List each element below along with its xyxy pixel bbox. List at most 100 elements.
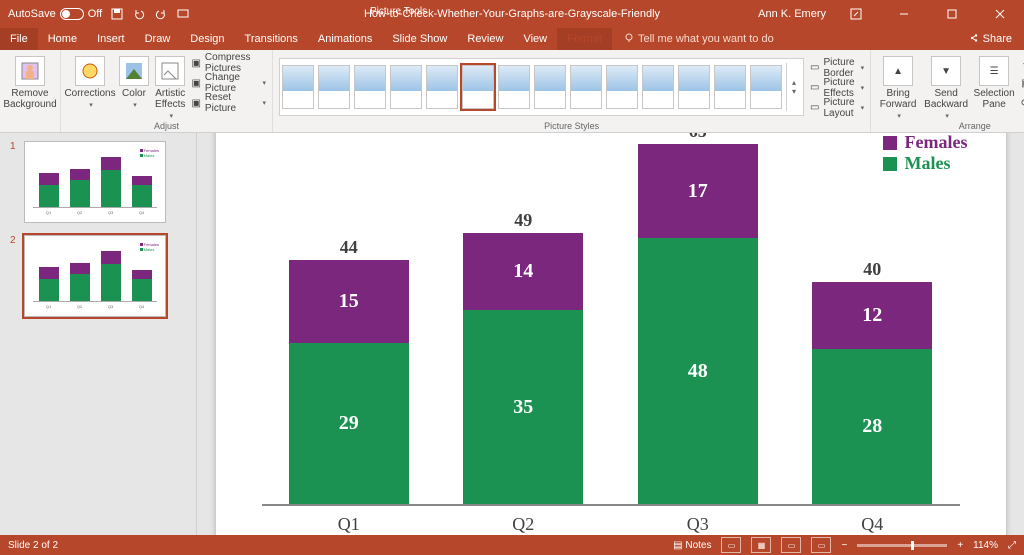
picture-styles-gallery[interactable]: ▴▾ [279, 58, 804, 116]
bring-forward-icon: ▲ [883, 56, 913, 86]
minimize-button[interactable] [886, 0, 922, 28]
tell-me-placeholder: Tell me what you want to do [638, 33, 774, 45]
undo-icon[interactable] [132, 7, 146, 21]
slide-thumbnails-panel[interactable]: 1 FemalesMalesQ1Q2Q3Q4 2 FemalesMalesQ1Q… [0, 133, 197, 535]
ribbon-options-button[interactable] [838, 0, 874, 28]
style-thumb[interactable] [534, 65, 566, 109]
zoom-slider[interactable] [857, 544, 947, 547]
arrange-group-label: Arrange [877, 121, 1024, 132]
color-button[interactable]: Color▾ [119, 52, 149, 109]
picture-border-button[interactable]: ▭ Picture Border▾ [810, 59, 864, 77]
statusbar: Slide 2 of 2 ▤ Notes ▭ ▦ ▭ ▭ − + 114% ⤢ [0, 535, 1024, 555]
stacked-bar-chart[interactable]: Females Males 441529491435651748401228 Q… [246, 133, 976, 535]
app-window: AutoSave Off Picture Tools How-to-Check-… [0, 0, 1024, 555]
reading-view-button[interactable]: ▭ [781, 537, 801, 553]
tab-format[interactable]: Format [557, 28, 612, 50]
remove-background-label: Remove Background [3, 88, 56, 110]
thumbnail-slide-2[interactable]: 2 FemalesMalesQ1Q2Q3Q4 [10, 235, 186, 317]
remove-background-button[interactable]: Remove Background [6, 52, 54, 110]
style-thumb[interactable] [318, 65, 350, 109]
style-thumb[interactable] [678, 65, 710, 109]
artistic-effects-button[interactable]: Artistic Effects▾ [155, 52, 185, 120]
tab-file[interactable]: File [0, 28, 38, 50]
save-icon[interactable] [110, 7, 124, 21]
close-button[interactable] [982, 0, 1018, 28]
x-axis-label: Q4 [861, 514, 883, 535]
share-button[interactable]: Share [969, 28, 1024, 50]
tab-insert[interactable]: Insert [87, 28, 135, 50]
share-label: Share [983, 33, 1012, 45]
toggle-pill-icon [60, 8, 84, 20]
normal-view-button[interactable]: ▭ [721, 537, 741, 553]
account-name[interactable]: Ann K. Emery [758, 8, 826, 20]
style-thumb[interactable] [282, 65, 314, 109]
bar-Q4: 401228 [812, 259, 932, 504]
slide-indicator: Slide 2 of 2 [8, 540, 58, 551]
autosave-state: Off [88, 8, 102, 20]
gallery-more-button[interactable]: ▴▾ [786, 63, 801, 111]
ribbon-tabstrip: File Home Insert Draw Design Transitions… [0, 28, 1024, 50]
workspace: 1 FemalesMalesQ1Q2Q3Q4 2 FemalesMalesQ1Q… [0, 133, 1024, 535]
bar-Q3: 651748 [638, 133, 758, 504]
bar-total-label: 65 [689, 133, 707, 142]
style-thumb-selected[interactable] [462, 65, 494, 109]
slideshow-view-button[interactable]: ▭ [811, 537, 831, 553]
style-thumb[interactable] [354, 65, 386, 109]
tab-animations[interactable]: Animations [308, 28, 382, 50]
slide-editor-area[interactable]: Females Males 441529491435651748401228 Q… [197, 133, 1024, 535]
style-thumb[interactable] [606, 65, 638, 109]
style-thumb[interactable] [570, 65, 602, 109]
corrections-button[interactable]: Corrections▾ [67, 52, 113, 109]
tab-review[interactable]: Review [457, 28, 513, 50]
style-thumb[interactable] [390, 65, 422, 109]
zoom-percent[interactable]: 114% [973, 540, 998, 551]
thumbnail-canvas: FemalesMalesQ1Q2Q3Q4 [24, 235, 166, 317]
zoom-out-button[interactable]: − [841, 540, 847, 551]
redo-icon[interactable] [154, 7, 168, 21]
tab-draw[interactable]: Draw [135, 28, 181, 50]
tab-design[interactable]: Design [180, 28, 234, 50]
reset-picture-icon: ▣ [191, 98, 200, 109]
style-thumb[interactable] [498, 65, 530, 109]
tab-transitions[interactable]: Transitions [235, 28, 308, 50]
maximize-button[interactable] [934, 0, 970, 28]
compress-pictures-button[interactable]: ▣ Compress Pictures [191, 54, 266, 72]
reset-picture-button[interactable]: ▣ Reset Picture▾ [191, 94, 266, 112]
style-thumb[interactable] [750, 65, 782, 109]
chart-plot-area: 441529491435651748401228 [262, 142, 960, 506]
selection-pane-button[interactable]: ☰ Selection Pane [973, 52, 1015, 110]
notes-button[interactable]: ▤ Notes [673, 540, 711, 551]
start-from-beginning-icon[interactable] [176, 7, 190, 21]
change-picture-icon: ▣ [191, 78, 200, 89]
picture-layout-icon: ▭ [810, 102, 819, 113]
slide-canvas[interactable]: Females Males 441529491435651748401228 Q… [216, 133, 1006, 535]
remove-background-icon [15, 56, 45, 86]
picture-effects-button[interactable]: ▭ Picture Effects▾ [810, 79, 864, 97]
style-thumb[interactable] [714, 65, 746, 109]
picture-styles-group-label: Picture Styles [279, 121, 864, 132]
zoom-in-button[interactable]: + [957, 540, 963, 551]
share-icon [969, 33, 979, 46]
tab-view[interactable]: View [513, 28, 557, 50]
tab-home[interactable]: Home [38, 28, 87, 50]
ribbon: Remove Background Corrections▾ Color▾ [0, 50, 1024, 133]
bar-total-label: 40 [863, 259, 881, 280]
picture-layout-button[interactable]: ▭ Picture Layout▾ [810, 99, 864, 117]
chart-x-axis: Q1Q2Q3Q4 [262, 510, 960, 535]
group-remove-background: Remove Background [0, 50, 61, 132]
tab-slide-show[interactable]: Slide Show [382, 28, 457, 50]
fit-to-window-button[interactable]: ⤢ [1008, 540, 1016, 551]
x-axis-label: Q3 [687, 514, 709, 535]
style-thumb[interactable] [642, 65, 674, 109]
bar-segment-females: 14 [463, 233, 583, 311]
tell-me-search[interactable]: Tell me what you want to do [612, 28, 774, 50]
thumbnail-slide-1[interactable]: 1 FemalesMalesQ1Q2Q3Q4 [10, 141, 186, 223]
autosave-toggle[interactable]: AutoSave Off [8, 8, 102, 20]
send-backward-icon: ▼ [931, 56, 961, 86]
selection-pane-icon: ☰ [979, 56, 1009, 86]
bring-forward-button[interactable]: ▲ Bring Forward▾ [877, 52, 919, 120]
send-backward-button[interactable]: ▼ Send Backward▾ [925, 52, 967, 120]
style-thumb[interactable] [426, 65, 458, 109]
slide-sorter-view-button[interactable]: ▦ [751, 537, 771, 553]
change-picture-button[interactable]: ▣ Change Picture▾ [191, 74, 266, 92]
